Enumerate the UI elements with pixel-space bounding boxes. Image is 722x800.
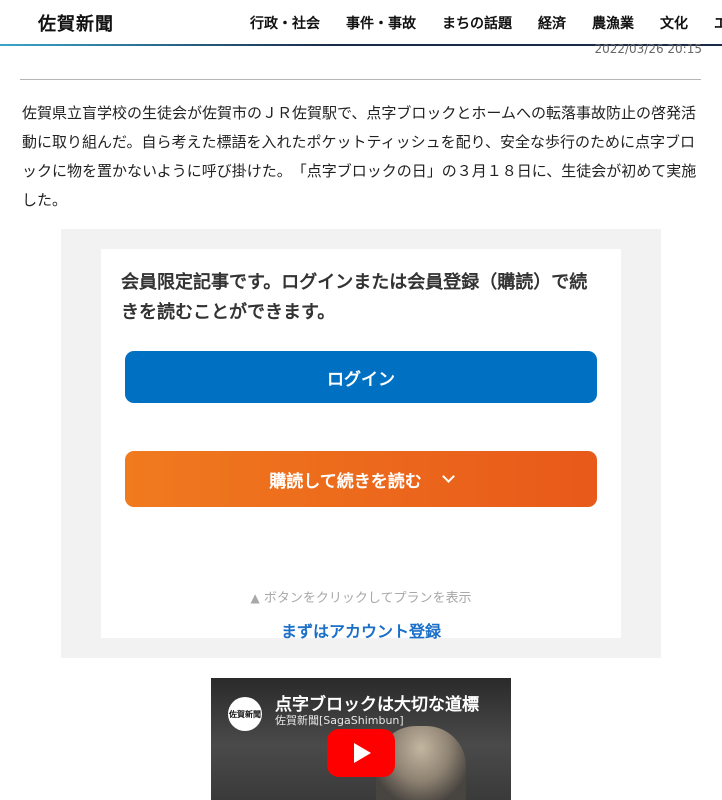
nav-item-gyosei[interactable]: 行政・社会: [250, 13, 320, 33]
plan-hint-text: ボタンをクリックしてプランを表示: [263, 591, 472, 606]
video-embed[interactable]: 佐賀新聞 点字ブロックは大切な道標 佐賀新聞[SagaShimbun]: [211, 678, 511, 800]
subscribe-button[interactable]: 購読して続きを読む: [125, 451, 597, 507]
play-icon: [354, 743, 371, 763]
login-button[interactable]: ログイン: [125, 351, 597, 403]
nav-item-jiken[interactable]: 事件・事故: [346, 13, 416, 33]
site-logo[interactable]: 佐賀新聞: [38, 10, 114, 36]
main-nav: 行政・社会 事件・事故 まちの話題 経済 農漁業 文化 エ: [250, 13, 722, 33]
article-divider: [20, 79, 701, 80]
nav-item-bunka[interactable]: 文化: [660, 13, 688, 33]
account-register-link[interactable]: まずはアカウント登録: [101, 618, 621, 642]
nav-item-more[interactable]: エ: [714, 13, 722, 33]
video-channel-name: 佐賀新聞[SagaShimbun]: [275, 714, 404, 727]
subscribe-button-label: 購読して続きを読む: [269, 471, 422, 492]
chevron-down-icon: [441, 469, 455, 483]
article-body: 佐賀県立盲学校の生徒会が佐賀市のＪＲ佐賀駅で、点字ブロックとホームへの転落事故防…: [22, 104, 697, 209]
header-accent-rule: [0, 44, 330, 46]
plan-hint: ▲ ボタンをクリックしてプランを表示: [101, 587, 621, 606]
channel-avatar[interactable]: 佐賀新聞: [228, 697, 262, 731]
login-button-label: ログイン: [327, 369, 395, 390]
paywall-message: 会員限定記事です。ログインまたは会員登録（購読）で続きを読むことができます。: [121, 272, 588, 323]
triangle-up-icon: ▲: [250, 591, 260, 605]
site-header: 佐賀新聞 行政・社会 事件・事故 まちの話題 経済 農漁業 文化 エ: [0, 0, 722, 46]
nav-item-keizai[interactable]: 経済: [538, 13, 566, 33]
nav-item-nogyo[interactable]: 農漁業: [592, 13, 634, 33]
nav-item-machi[interactable]: まちの話題: [442, 13, 512, 33]
article-timestamp: 2022/03/26 20:15: [594, 42, 702, 56]
play-button[interactable]: [327, 729, 395, 777]
